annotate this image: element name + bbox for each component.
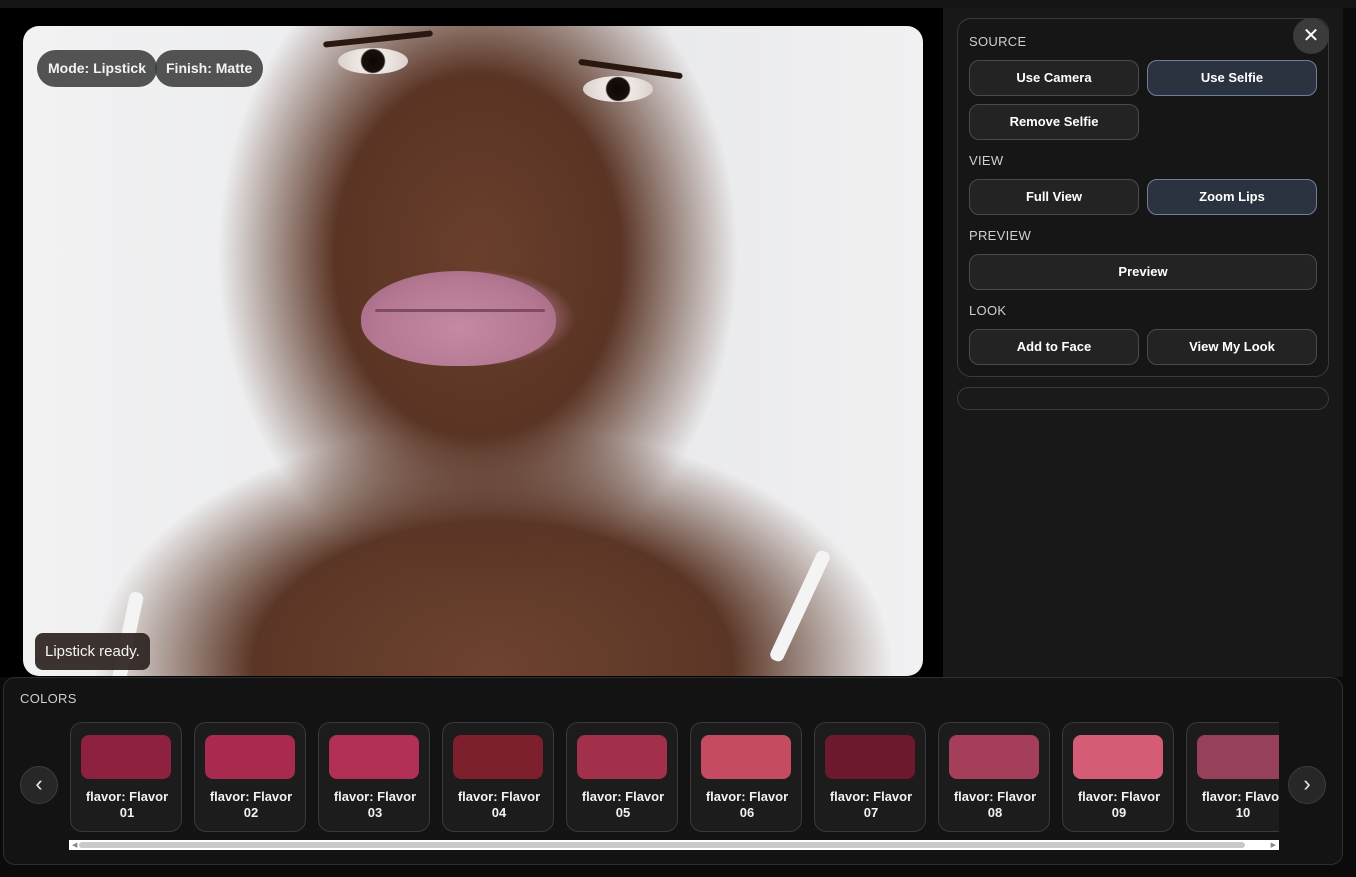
photo-stage: Mode: Lipstick Finish: Matte Lipstick re…	[0, 8, 943, 677]
left-eye	[338, 48, 408, 74]
use-camera-button[interactable]: Use Camera	[969, 60, 1139, 96]
scroll-right-icon[interactable]: ▶	[1271, 841, 1276, 849]
remove-selfie-button[interactable]: Remove Selfie	[969, 104, 1139, 140]
selfie-photo	[23, 26, 923, 676]
swatch-color-chip	[205, 735, 295, 779]
close-icon[interactable]: ✕	[1293, 18, 1329, 54]
zoom-lips-button[interactable]: Zoom Lips	[1147, 179, 1317, 215]
color-swatch[interactable]: flavor: Flavor 03	[318, 722, 430, 832]
colors-title: COLORS	[20, 691, 77, 706]
swatch-label: flavor: Flavor 04	[457, 789, 541, 820]
section-preview-label: PREVIEW	[969, 228, 1032, 243]
scrollbar-thumb[interactable]	[79, 842, 1245, 848]
section-source-label: SOURCE	[969, 34, 1027, 49]
use-selfie-button[interactable]: Use Selfie	[1147, 60, 1317, 96]
swatch-color-chip	[1073, 735, 1163, 779]
swatch-color-chip	[825, 735, 915, 779]
color-swatch[interactable]: flavor: Flavor 02	[194, 722, 306, 832]
swatch-carousel[interactable]: flavor: Flavor 01 flavor: Flavor 02 flavor…	[69, 722, 1279, 834]
status-toast: Lipstick ready.	[35, 633, 150, 670]
control-panel: SOURCE Use Camera Use Selfie Remove Self…	[943, 8, 1343, 677]
scroll-left-icon[interactable]: ◀	[72, 841, 77, 849]
lips-preview	[361, 271, 556, 366]
swatch-color-chip	[949, 735, 1039, 779]
colors-panel: COLORS ‹ flavor: Flavor 01 flavor: Flavor…	[3, 677, 1343, 865]
swatch-color-chip	[81, 735, 171, 779]
swatch-label: flavor: Flavor 07	[829, 789, 913, 820]
swatch-color-chip	[453, 735, 543, 779]
swatch-label: flavor: Flavor 02	[209, 789, 293, 820]
finish-badge: Finish: Matte	[155, 50, 264, 87]
swatch-color-chip	[577, 735, 667, 779]
background-page-bar	[0, 0, 1356, 8]
color-swatch[interactable]: flavor: Flavor 09	[1062, 722, 1174, 832]
chevron-left-icon[interactable]: ‹	[20, 766, 58, 804]
color-swatch[interactable]: flavor: Flavor 05	[566, 722, 678, 832]
section-view-label: VIEW	[969, 153, 1004, 168]
swatch-label: flavor: Flavor 06	[705, 789, 789, 820]
add-to-face-button[interactable]: Add to Face	[969, 329, 1139, 365]
swatch-color-chip	[329, 735, 419, 779]
chevron-right-icon[interactable]: ›	[1288, 766, 1326, 804]
color-swatch[interactable]: flavor: Flavor 01	[70, 722, 182, 832]
lip-line	[375, 309, 545, 312]
swatch-label: flavor: Flavor 01	[85, 789, 169, 820]
swatch-label: flavor: Flavor 05	[581, 789, 665, 820]
view-my-look-button[interactable]: View My Look	[1147, 329, 1317, 365]
color-swatch[interactable]: flavor: Flavor 06	[690, 722, 802, 832]
swatch-color-chip	[1197, 735, 1279, 779]
virtual-try-on-modal: Mode: Lipstick Finish: Matte Lipstick re…	[0, 0, 1356, 877]
right-eye	[583, 76, 653, 102]
controls-card: SOURCE Use Camera Use Selfie Remove Self…	[957, 18, 1329, 377]
color-swatch[interactable]: flavor: Flavor 10	[1186, 722, 1279, 832]
preview-button[interactable]: Preview	[969, 254, 1317, 290]
mode-badge: Mode: Lipstick	[37, 50, 158, 87]
swatch-label: flavor: Flavor 03	[333, 789, 417, 820]
empty-info-bar	[957, 387, 1329, 410]
color-swatch[interactable]: flavor: Flavor 07	[814, 722, 926, 832]
color-swatch[interactable]: flavor: Flavor 04	[442, 722, 554, 832]
swatch-label: flavor: Flavor 08	[953, 789, 1037, 820]
swatch-color-chip	[701, 735, 791, 779]
section-look-label: LOOK	[969, 303, 1007, 318]
swatch-label: flavor: Flavor 10	[1201, 789, 1279, 820]
swatch-label: flavor: Flavor 09	[1077, 789, 1161, 820]
left-brow	[322, 30, 434, 48]
color-swatch[interactable]: flavor: Flavor 08	[938, 722, 1050, 832]
right-strap	[768, 548, 832, 664]
full-view-button[interactable]: Full View	[969, 179, 1139, 215]
carousel-scrollbar[interactable]: ◀ ▶	[69, 840, 1279, 850]
